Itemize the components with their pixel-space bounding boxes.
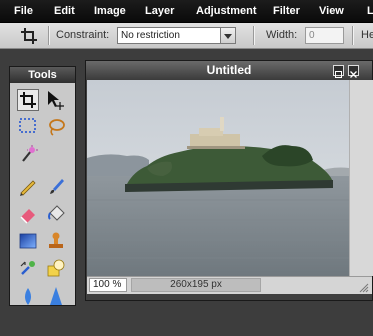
constraint-label: Constraint:	[56, 29, 110, 41]
document-window: Untitled 100 % 260x195 px	[85, 60, 373, 301]
constraint-select[interactable]: No restriction	[117, 27, 236, 44]
pencil-icon	[20, 180, 36, 196]
maximize-icon[interactable]	[333, 65, 344, 78]
color-replace-tool-button[interactable]	[17, 257, 39, 279]
eraser-icon	[20, 209, 35, 224]
vertical-scrollbar[interactable]	[349, 80, 373, 276]
brush-icon	[50, 179, 64, 194]
width-label: Width:	[266, 29, 298, 41]
width-input[interactable]: 0	[305, 27, 344, 44]
gradient-icon	[19, 233, 37, 249]
menu-bar: File Edit Image Layer Adjustment Filter …	[0, 0, 373, 23]
image-canvas[interactable]	[87, 80, 349, 336]
lasso-icon	[49, 119, 65, 136]
brush-tool-button[interactable]	[45, 175, 67, 197]
magic-wand-tool-button[interactable]	[17, 143, 39, 165]
menu-file[interactable]: File	[14, 0, 33, 22]
chevron-down-icon[interactable]	[220, 28, 235, 43]
tools-title: Tools	[10, 67, 75, 83]
blur-tool-button[interactable]	[17, 285, 39, 307]
pencil-tool-button[interactable]	[17, 175, 39, 197]
marquee-tool-button[interactable]	[17, 116, 39, 138]
height-label: He	[361, 29, 373, 41]
shape-tool-button[interactable]	[45, 257, 67, 279]
menu-adjustment[interactable]: Adjustment	[196, 0, 257, 22]
lasso-tool-button[interactable]	[45, 116, 67, 138]
tool-options-bar: Constraint: No restriction Width: 0 He	[0, 23, 373, 49]
menu-edit[interactable]: Edit	[54, 0, 75, 22]
menu-layer[interactable]: Layer	[145, 0, 174, 22]
magic-wand-icon	[22, 145, 38, 162]
sharpen-icon	[50, 287, 62, 305]
eraser-tool-button[interactable]	[17, 203, 39, 225]
blur-icon	[25, 288, 31, 305]
menu-filter[interactable]: Filter	[273, 0, 300, 22]
zoom-input[interactable]: 100 %	[89, 278, 127, 292]
fill-bucket-tool-button[interactable]	[45, 203, 67, 225]
gradient-tool-button[interactable]	[17, 230, 39, 252]
stamp-icon	[49, 232, 63, 248]
constraint-value: No restriction	[121, 30, 180, 41]
crop-icon	[20, 92, 36, 108]
move-tool-button[interactable]	[45, 89, 67, 111]
stamp-tool-button[interactable]	[45, 230, 67, 252]
menu-image[interactable]: Image	[94, 0, 126, 22]
menu-view[interactable]: View	[319, 0, 344, 22]
resize-grip-icon[interactable]	[358, 280, 369, 293]
sharpen-tool-button[interactable]	[45, 285, 67, 307]
shape-icon	[47, 259, 65, 277]
marquee-icon	[19, 118, 36, 133]
document-title-bar[interactable]: Untitled	[86, 61, 372, 80]
color-replace-icon	[20, 261, 35, 275]
tools-panel: Tools	[9, 66, 76, 306]
crop-tool-button[interactable]	[17, 89, 39, 111]
image-size-label: 260x195 px	[131, 278, 261, 292]
fill-bucket-icon	[48, 205, 65, 221]
photo-island	[87, 80, 349, 276]
crop-tool-icon	[20, 27, 38, 45]
close-icon[interactable]	[348, 65, 359, 78]
menu-truncated[interactable]: L	[367, 0, 373, 22]
document-title: Untitled	[206, 63, 252, 77]
document-status-bar: 100 % 260x195 px	[87, 276, 372, 294]
move-icon	[48, 91, 64, 110]
